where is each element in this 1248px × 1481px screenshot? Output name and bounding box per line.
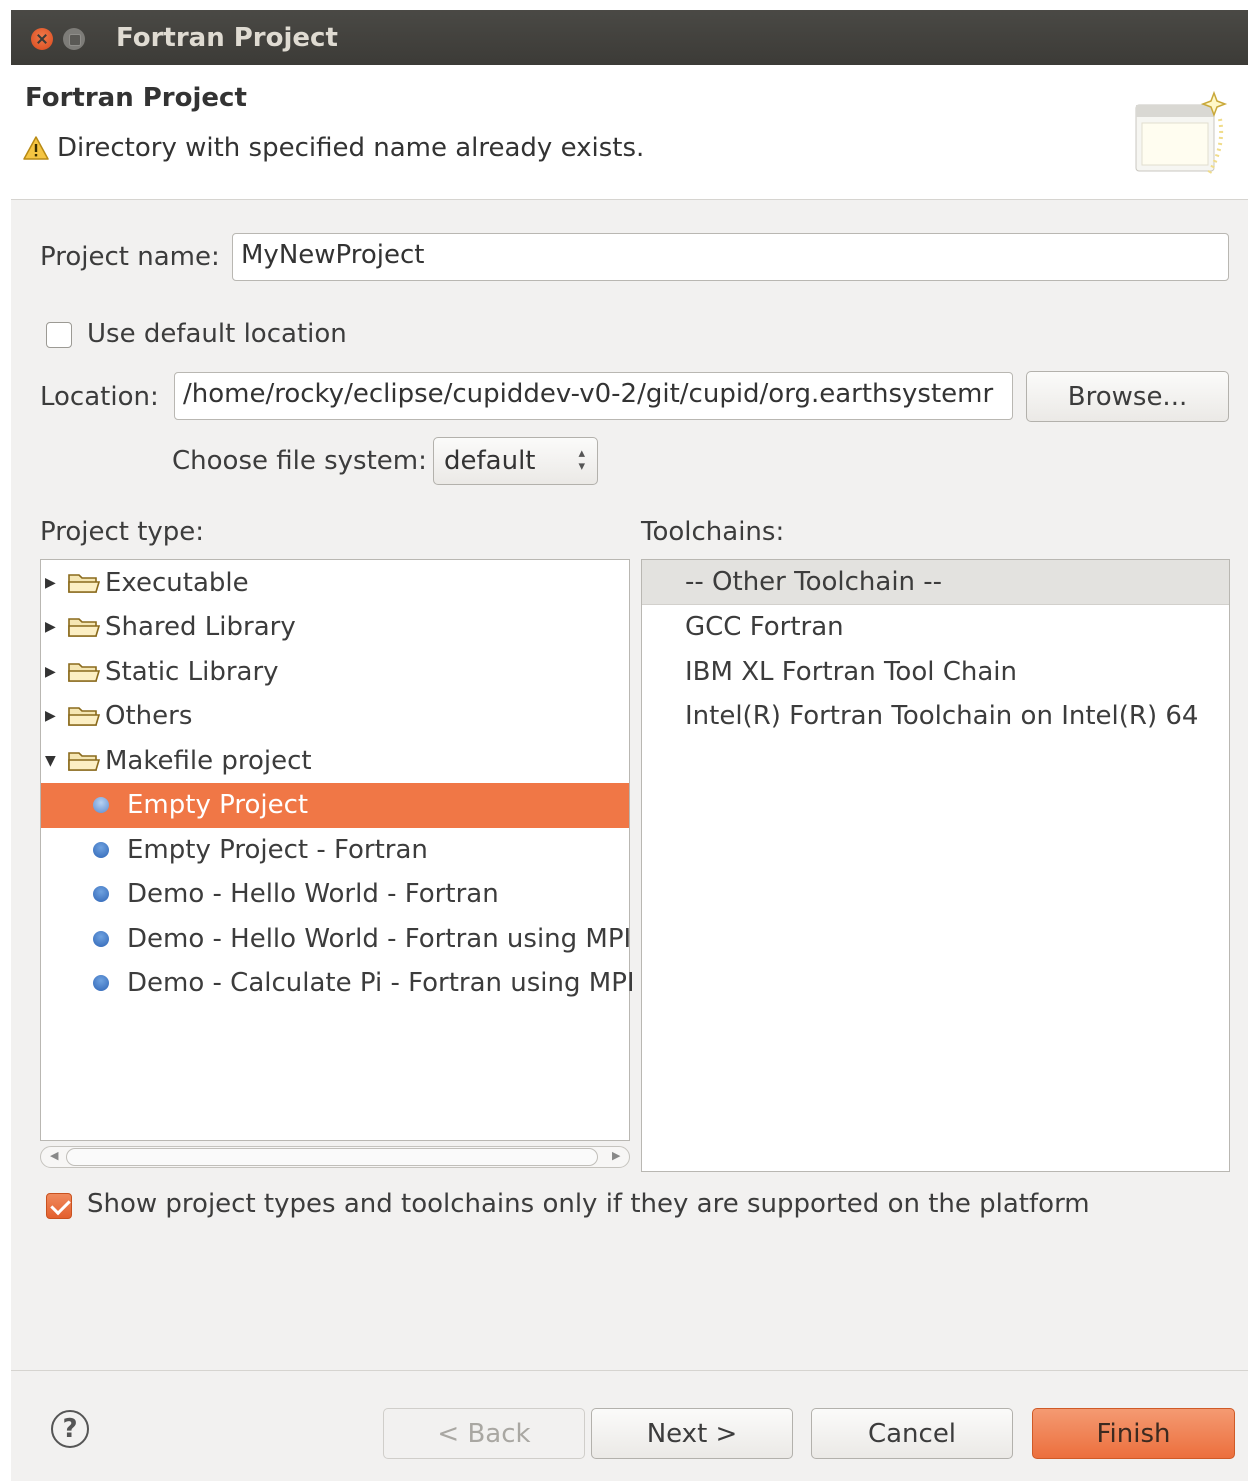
dialog-window: Fortran Project Fortran Project Director… xyxy=(11,10,1248,1481)
template-bullet-icon xyxy=(93,886,109,902)
toolchain-row[interactable]: Intel(R) Fortran Toolchain on Intel(R) 6… xyxy=(642,694,1229,739)
tree-template-label: Demo - Calculate Pi - Fortran using MPI xyxy=(127,968,635,998)
warning-icon xyxy=(23,136,49,160)
collapsed-arrow-icon[interactable]: ▶ xyxy=(45,619,56,635)
project-type-label: Project type: xyxy=(40,517,205,547)
window-title: Fortran Project xyxy=(116,23,338,53)
supported-only-label: Show project types and toolchains only i… xyxy=(87,1189,1090,1219)
tree-template-label: Demo - Hello World - Fortran using MPI xyxy=(127,923,632,954)
close-window-button[interactable] xyxy=(31,28,53,50)
collapsed-arrow-icon[interactable]: ▶ xyxy=(45,575,56,591)
tree-folder-label: Others xyxy=(105,701,193,731)
use-default-location-label: Use default location xyxy=(87,319,347,349)
file-system-label: Choose file system: xyxy=(172,446,427,476)
tree-template-label: Empty Project - Fortran xyxy=(127,834,428,865)
collapsed-arrow-icon[interactable]: ▶ xyxy=(45,664,56,680)
file-system-select[interactable]: default ▴ ▾ xyxy=(433,437,598,485)
wizard-banner-icon xyxy=(1135,90,1228,177)
tree-folder-label: Shared Library xyxy=(105,612,296,642)
folder-icon xyxy=(67,703,101,729)
toolchains-label: Toolchains: xyxy=(641,517,785,547)
browse-button[interactable]: Browse... xyxy=(1026,371,1229,422)
tree-folder-row[interactable]: ▶ Shared Library xyxy=(41,605,629,650)
toolchain-row[interactable]: -- Other Toolchain -- xyxy=(642,560,1229,605)
location-label: Location: xyxy=(40,382,159,412)
warning-text: Directory with specified name already ex… xyxy=(57,133,645,163)
project-type-tree[interactable]: ▶ Executable ▶ Shared Library ▶ Static Librar… xyxy=(40,559,635,1141)
collapsed-arrow-icon[interactable]: ▶ xyxy=(45,708,56,724)
tree-template-label: Empty Project xyxy=(127,790,309,820)
folder-icon xyxy=(67,614,101,640)
location-input[interactable]: /home/rocky/eclipse/cupiddev-v0-2/git/cu… xyxy=(174,372,1013,420)
tree-folder-row[interactable]: ▼ Makefile project xyxy=(41,738,629,783)
tree-folder-row[interactable]: ▶ Static Library xyxy=(41,649,629,694)
toolchain-label: GCC Fortran xyxy=(685,612,844,642)
footer-divider xyxy=(11,1370,1248,1371)
tree-template-row[interactable]: Demo - Hello World - Fortran xyxy=(41,872,629,917)
tree-folder-row[interactable]: ▶ Others xyxy=(41,694,629,739)
warning-message: Directory with specified name already ex… xyxy=(23,133,644,163)
toolchain-label: Intel(R) Fortran Toolchain on Intel(R) 6… xyxy=(685,701,1199,731)
select-arrows-icon: ▴ ▾ xyxy=(578,446,585,474)
title-bar: Fortran Project xyxy=(11,10,1248,65)
template-bullet-icon xyxy=(93,930,109,947)
scroll-right-icon[interactable]: ▶ xyxy=(612,1149,620,1162)
folder-icon xyxy=(67,748,101,774)
hscroll-thumb[interactable] xyxy=(66,1148,598,1166)
wizard-banner: Fortran Project Directory with specified… xyxy=(11,65,1248,200)
toolchain-row[interactable]: GCC Fortran xyxy=(642,605,1229,650)
toolchain-label: IBM XL Fortran Tool Chain xyxy=(685,656,1017,687)
toolchains-list[interactable]: -- Other Toolchain -- GCC Fortran IBM XL F… xyxy=(641,559,1230,1172)
tree-template-row[interactable]: Demo - Hello World - Fortran using MPI xyxy=(41,916,632,961)
scroll-left-icon[interactable]: ◀ xyxy=(50,1149,58,1162)
supported-only-checkbox[interactable] xyxy=(46,1193,72,1219)
tree-template-row[interactable]: Empty Project - Fortran xyxy=(41,827,629,872)
tree-folder-label: Executable xyxy=(105,567,249,598)
template-bullet-icon xyxy=(93,975,109,991)
project-name-label: Project name: xyxy=(40,242,220,272)
expanded-arrow-icon[interactable]: ▼ xyxy=(45,753,56,769)
project-name-input[interactable]: MyNewProject xyxy=(232,233,1229,281)
tree-folder-label: Static Library xyxy=(105,656,279,687)
template-bullet-icon xyxy=(93,797,109,813)
project-type-hscrollbar[interactable]: ◀ ▶ xyxy=(40,1143,630,1171)
help-icon[interactable]: ? xyxy=(51,1410,89,1448)
toolchain-row[interactable]: IBM XL Fortran Tool Chain xyxy=(642,649,1229,694)
finish-button[interactable]: Finish xyxy=(1032,1408,1235,1459)
tree-folder-label: Makefile project xyxy=(105,745,312,776)
folder-icon xyxy=(67,659,101,685)
cancel-button[interactable]: Cancel xyxy=(811,1408,1013,1459)
minimize-window-button[interactable] xyxy=(63,28,85,50)
next-button[interactable]: Next > xyxy=(591,1408,793,1459)
page-title: Fortran Project xyxy=(25,83,247,113)
folder-icon xyxy=(67,570,101,596)
file-system-value: default xyxy=(444,446,536,476)
toolchain-label: -- Other Toolchain -- xyxy=(685,567,943,597)
tree-folder-row[interactable]: ▶ Executable xyxy=(41,560,629,605)
tree-template-row[interactable]: Empty Project xyxy=(41,782,629,828)
tree-template-label: Demo - Hello World - Fortran xyxy=(127,879,499,909)
use-default-location-checkbox[interactable] xyxy=(46,322,72,348)
template-bullet-icon xyxy=(93,841,109,858)
tree-template-row[interactable]: Demo - Calculate Pi - Fortran using MPI xyxy=(41,961,635,1006)
back-button[interactable]: < Back xyxy=(383,1408,585,1459)
